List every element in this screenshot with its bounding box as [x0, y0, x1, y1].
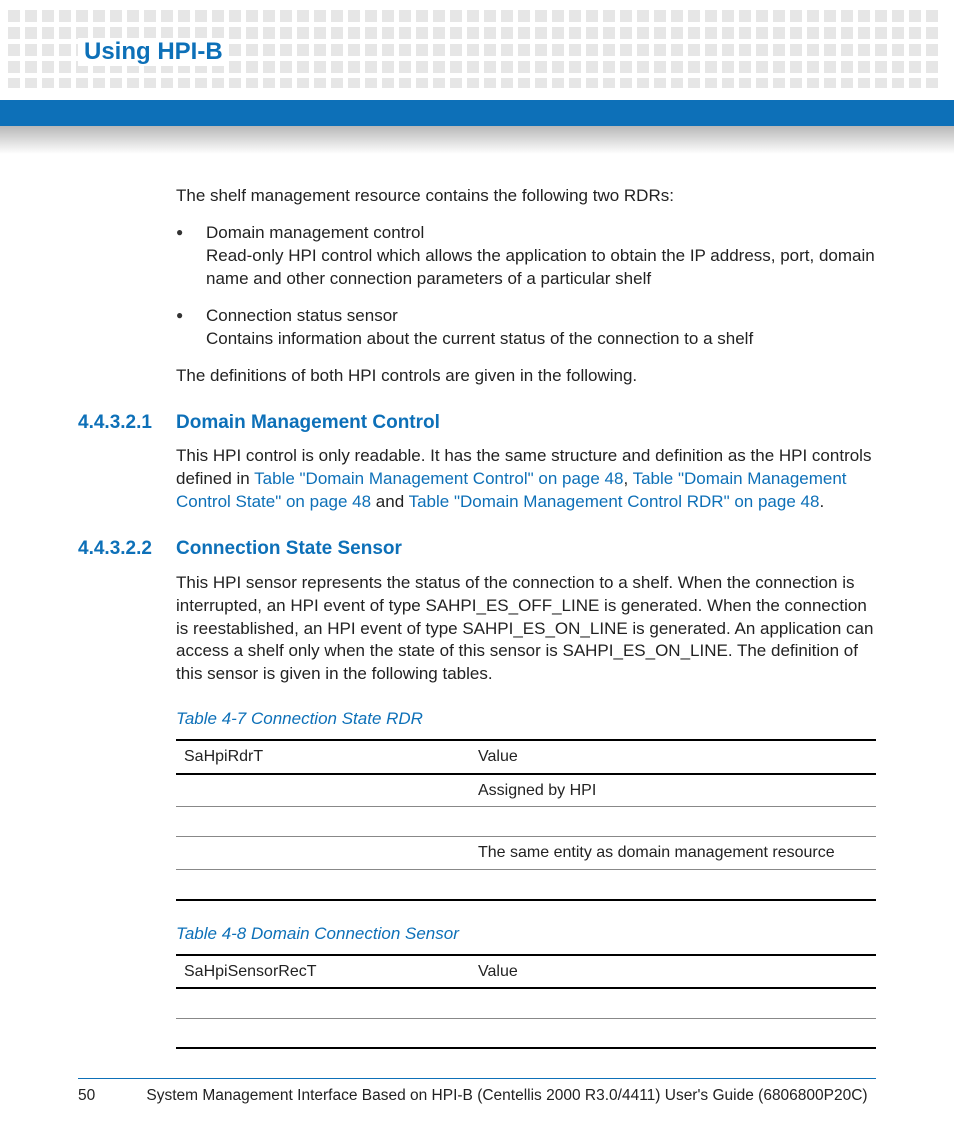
- table-cell: Assigned by HPI: [470, 774, 876, 807]
- bullet-desc: Read-only HPI control which allows the a…: [206, 246, 875, 288]
- table-cell: [470, 1018, 876, 1048]
- table-header: Value: [470, 740, 876, 774]
- gray-gradient-bar: [0, 126, 954, 154]
- section-number: 4.4.3.2.1: [78, 410, 176, 436]
- footer-text: System Management Interface Based on HPI…: [138, 1087, 876, 1105]
- bullet-title: Domain management control: [206, 223, 424, 242]
- table-row: [176, 1018, 876, 1048]
- table-header: SaHpiSensorRecT: [176, 955, 470, 989]
- table-cell: The same entity as domain management res…: [470, 837, 876, 870]
- table-header: SaHpiRdrT: [176, 740, 470, 774]
- blue-header-bar: [0, 100, 954, 126]
- table-cell: [470, 988, 876, 1018]
- table-cell: [176, 1018, 470, 1048]
- table-connection-state-rdr: SaHpiRdrT Value Assigned by HPI The same…: [176, 739, 876, 900]
- text-run: .: [819, 492, 824, 511]
- xref-link[interactable]: Table "Domain Management Control" on pag…: [254, 469, 623, 488]
- section-title: Domain Management Control: [176, 410, 440, 436]
- table-cell: [176, 988, 470, 1018]
- xref-link[interactable]: Table "Domain Management Control RDR" on…: [409, 492, 820, 511]
- table-domain-connection-sensor: SaHpiSensorRecT Value: [176, 954, 876, 1050]
- table-cell: [470, 807, 876, 837]
- table-cell: [470, 870, 876, 900]
- section-1-paragraph: This HPI control is only readable. It ha…: [176, 445, 876, 514]
- table-row: Assigned by HPI: [176, 774, 876, 807]
- section-title: Connection State Sensor: [176, 536, 402, 562]
- table-row: [176, 807, 876, 837]
- rdr-bullet-list: Domain management control Read-only HPI …: [176, 222, 876, 351]
- bullet-title: Connection status sensor: [206, 306, 398, 325]
- list-item: Domain management control Read-only HPI …: [176, 222, 876, 291]
- table-caption-2: Table 4-8 Domain Connection Sensor: [176, 923, 876, 946]
- list-item: Connection status sensor Contains inform…: [176, 305, 876, 351]
- page-footer: 50 System Management Interface Based on …: [78, 1078, 876, 1105]
- table-cell: [176, 870, 470, 900]
- table-header: Value: [470, 955, 876, 989]
- bullet-desc: Contains information about the current s…: [206, 329, 753, 348]
- section-heading-1: 4.4.3.2.1 Domain Management Control: [78, 410, 876, 436]
- page-content: The shelf management resource contains t…: [78, 185, 876, 1055]
- section-2-paragraph: This HPI sensor represents the status of…: [176, 572, 876, 687]
- table-cell: [176, 807, 470, 837]
- table-cell: [176, 774, 470, 807]
- table-row: The same entity as domain management res…: [176, 837, 876, 870]
- table-row: [176, 870, 876, 900]
- intro-paragraph-2: The definitions of both HPI controls are…: [176, 365, 876, 388]
- table-caption-1: Table 4-7 Connection State RDR: [176, 708, 876, 731]
- table-row: [176, 988, 876, 1018]
- page-header-title: Using HPI-B: [78, 38, 229, 66]
- text-run: and: [371, 492, 409, 511]
- page-number: 50: [78, 1087, 138, 1105]
- section-number: 4.4.3.2.2: [78, 536, 176, 562]
- section-heading-2: 4.4.3.2.2 Connection State Sensor: [78, 536, 876, 562]
- table-cell: [176, 837, 470, 870]
- text-run: ,: [623, 469, 632, 488]
- intro-paragraph-1: The shelf management resource contains t…: [176, 185, 876, 208]
